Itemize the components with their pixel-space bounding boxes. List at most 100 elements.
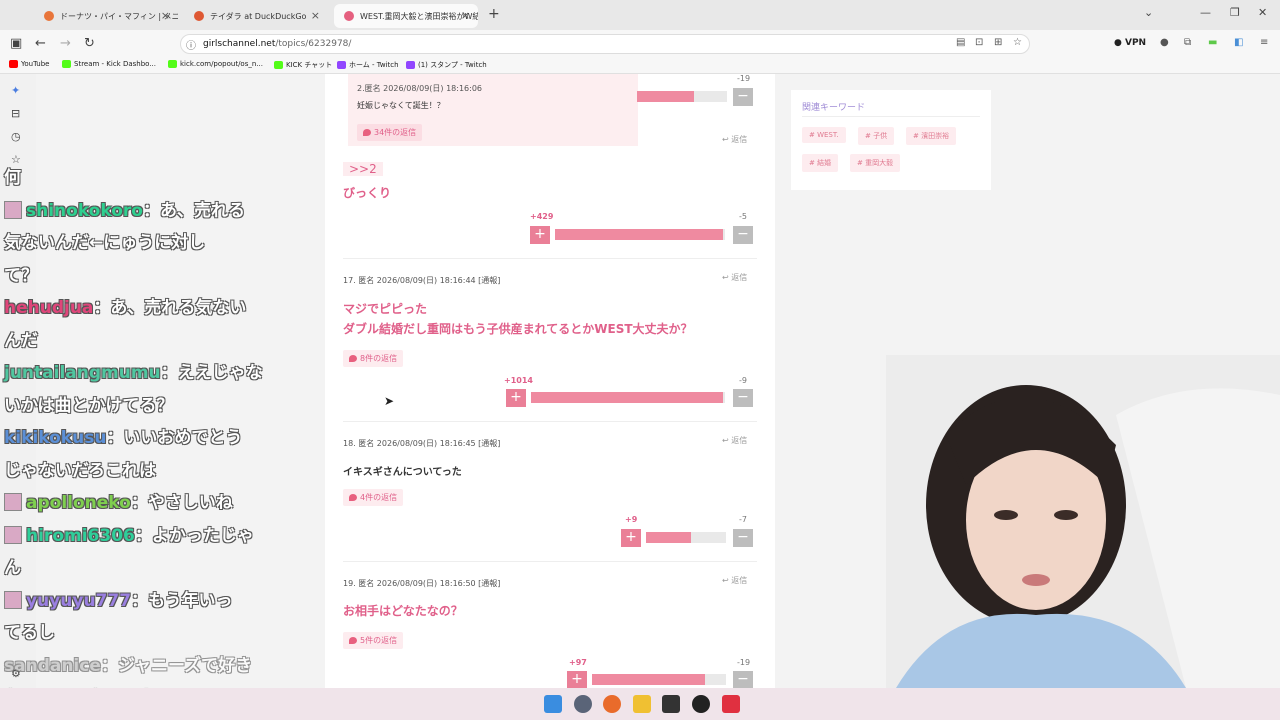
tab-girlschannel[interactable]: WEST.重岡大毅と濱田崇裕がW結 × [334, 4, 478, 28]
chat-message: じゃないだろこれは [4, 460, 156, 481]
tab-duckduckgo[interactable]: テイダラ at DuckDuckGo × [184, 4, 328, 28]
bookmark-twitch-home[interactable]: ホーム - Twitch [337, 60, 399, 70]
forward-icon[interactable]: → [60, 36, 71, 51]
reply-button[interactable]: ↩ 返信 [722, 134, 747, 145]
url-bar[interactable]: girlschannel.net/topics/6232978/ [180, 34, 1030, 54]
site-info-icon[interactable]: ⓘ [186, 37, 196, 52]
close-icon[interactable]: × [461, 9, 470, 22]
minus-count: -7 [739, 515, 747, 524]
screenshot-icon[interactable]: ⊡ [975, 37, 983, 48]
obs-app-icon[interactable] [692, 695, 710, 713]
start-windows-icon[interactable] [544, 695, 562, 713]
bookmark-youtube[interactable]: YouTube [9, 60, 49, 68]
anchor-link[interactable]: >>2 [343, 162, 383, 176]
bookmark-label: YouTube [21, 60, 50, 68]
settings-app-icon[interactable] [574, 695, 592, 713]
extensions-icon[interactable]: ⧉ [1184, 37, 1191, 48]
chat-line: kikikokusu：いいおめでとう [4, 423, 242, 453]
close-window-icon[interactable]: ✕ [1258, 6, 1267, 19]
minus-vote-button[interactable]: − [733, 389, 753, 407]
new-tab-button[interactable]: + [488, 6, 500, 22]
history-icon[interactable]: ◷ [11, 130, 21, 143]
replies-button[interactable]: 8件の返信 [343, 350, 404, 367]
bookmark-kick-chat[interactable]: KICK チャット [274, 60, 332, 70]
reply-button[interactable]: ↩ 返信 [722, 575, 747, 586]
mouse-cursor-icon: ➤ [384, 394, 395, 408]
chat-username: apolloneko [26, 493, 131, 513]
opera-app-icon[interactable] [722, 695, 740, 713]
vote-bar [531, 392, 725, 403]
youtube-icon [9, 60, 18, 68]
comment-title-line-1: マジでピピった [343, 302, 428, 316]
reply-button[interactable]: ↩ 返信 [722, 272, 747, 283]
plus-count: +97 [569, 658, 587, 667]
reply-icon: ↩ [722, 436, 732, 445]
minus-vote-button[interactable]: − [733, 529, 753, 547]
minimize-icon[interactable]: — [1200, 6, 1211, 19]
quote-vote-bar [637, 91, 727, 102]
minus-count: -5 [739, 212, 747, 221]
chat-line: ん [4, 553, 21, 583]
bookmark-kick-dashboard[interactable]: Stream - Kick Dashbo... [62, 60, 156, 68]
tab-donut[interactable]: ドーナツ・パイ・マフィン | メニュー | ミ× [34, 4, 178, 28]
file-explorer-icon[interactable] [633, 695, 651, 713]
back-icon[interactable]: ← [35, 36, 46, 51]
plus-vote-button[interactable]: + [567, 671, 587, 689]
firefox-app-icon[interactable] [603, 695, 621, 713]
tab-list-icon[interactable]: ⌄ [1144, 6, 1153, 19]
vpn-button[interactable]: ● VPN [1114, 38, 1146, 48]
menu-icon[interactable]: ≡ [1260, 37, 1268, 48]
chat-line: 何 [4, 163, 21, 193]
keyword-tag[interactable]: # WEST. [802, 127, 846, 143]
chat-message: ：もう年いっ [131, 590, 233, 611]
bookmark-label: ホーム - Twitch [349, 61, 399, 69]
related-keywords-heading: 関連キーワード [802, 103, 866, 113]
translate-icon[interactable]: ⊞ [994, 37, 1002, 48]
restore-icon[interactable]: ❐ [1230, 6, 1240, 19]
reader-view-icon[interactable]: ▤ [956, 37, 965, 48]
chat-username: shinokokoro [26, 200, 143, 221]
extension-battery-icon[interactable]: ▬ [1208, 37, 1217, 48]
chat-badge-icon [4, 590, 22, 609]
sidebar-toggle-icon[interactable]: ▣ [10, 36, 22, 51]
minus-vote-button[interactable]: − [733, 88, 753, 106]
plus-count: +9 [625, 515, 638, 524]
app-icon[interactable] [662, 695, 680, 713]
ai-sparkle-icon[interactable]: ✦ [11, 84, 20, 97]
profile-icon[interactable]: ● [1160, 37, 1169, 48]
keyword-tag[interactable]: # 濱田崇裕 [906, 127, 957, 145]
minus-count: -19 [737, 658, 751, 667]
bookmark-star-icon[interactable]: ☆ [1013, 37, 1022, 48]
keyword-tag[interactable]: # 結婚 [802, 154, 839, 172]
reply-button[interactable]: ↩ 返信 [722, 435, 747, 446]
close-icon[interactable]: × [161, 9, 170, 22]
speech-bubble-icon [363, 129, 371, 136]
close-icon[interactable]: × [311, 9, 320, 22]
replies-button[interactable]: 5件の返信 [343, 632, 404, 649]
chat-message: 気ないんだ←にゅうに対し [4, 233, 206, 253]
plus-vote-button[interactable]: + [621, 529, 641, 547]
tabs-icon[interactable]: ⊟ [11, 107, 20, 120]
bookmark-twitch-stamp[interactable]: (1) スタンプ - Twitch [406, 60, 487, 70]
chat-line: んだ [4, 326, 38, 356]
keyword-tag[interactable]: # 子供 [858, 127, 895, 145]
comment-title: お相手はどなたなの？ [343, 604, 463, 618]
bookmark-kick-popout[interactable]: kick.com/popout/os_n... [168, 60, 263, 68]
chat-message: いかは曲とかけてる？ [4, 395, 174, 416]
minus-count: -9 [739, 376, 747, 385]
minus-vote-button[interactable]: − [733, 671, 753, 689]
keyword-tag[interactable]: # 重岡大毅 [850, 154, 901, 172]
vpn-label: VPN [1125, 38, 1147, 48]
plus-vote-button[interactable]: + [530, 226, 550, 244]
divider [802, 116, 980, 117]
bookmark-label: Stream - Kick Dashbo... [74, 60, 157, 68]
minus-vote-button[interactable]: − [733, 226, 753, 244]
chat-username: sandanice [4, 655, 101, 676]
quote-body: 妊娠じゃなくて誕生！？ [357, 101, 445, 110]
plus-vote-button[interactable]: + [506, 389, 526, 407]
reload-icon[interactable]: ↻ [84, 36, 95, 51]
replies-button[interactable]: 4件の返信 [343, 489, 404, 506]
kick-icon [62, 60, 71, 68]
quote-replies-button[interactable]: 34件の返信 [357, 124, 423, 141]
extension-icon[interactable]: ◧ [1234, 37, 1243, 48]
